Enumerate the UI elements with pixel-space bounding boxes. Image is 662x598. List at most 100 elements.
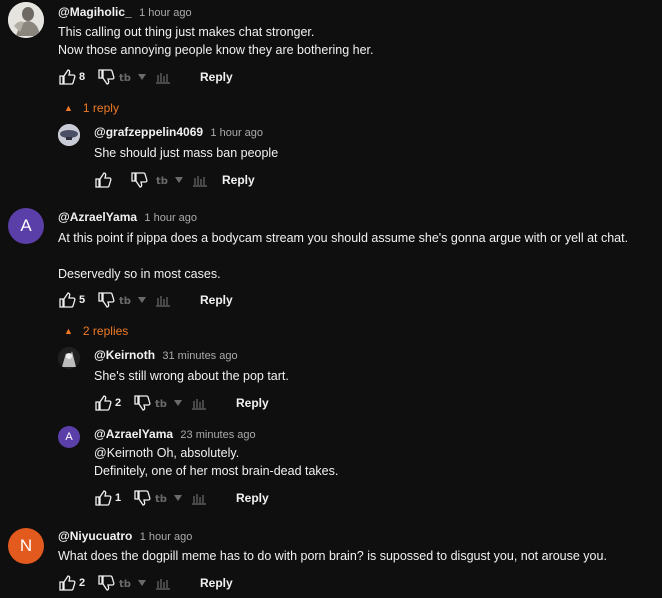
- dropdown-arrow-icon[interactable]: [173, 398, 183, 408]
- triangle-down-icon: [138, 74, 146, 80]
- like-button[interactable]: [94, 489, 112, 507]
- comment-header: @Magiholic_ 1 hour ago: [58, 5, 192, 19]
- svg-text:tb: tb: [155, 494, 167, 505]
- dislike-button[interactable]: [133, 489, 151, 507]
- reply-actions: tb: [94, 170, 208, 190]
- dropdown-arrow-icon[interactable]: [174, 175, 184, 185]
- like-count: 2: [115, 397, 122, 409]
- airship-avatar-icon: [58, 124, 80, 146]
- like-button[interactable]: [94, 394, 112, 412]
- triangle-down-icon: [174, 495, 182, 501]
- comment-author[interactable]: @Niyucuatro: [58, 529, 132, 543]
- thumbs-up-icon: [59, 292, 76, 308]
- comment-actions: 5 tb: [58, 290, 171, 310]
- translate-icon[interactable]: tb: [155, 491, 171, 505]
- dislike-button[interactable]: [130, 171, 148, 189]
- thumbs-down-icon: [134, 490, 151, 506]
- thumbs-up-icon: [59, 69, 76, 85]
- like-button[interactable]: [94, 171, 112, 189]
- like-button[interactable]: [58, 291, 76, 309]
- like-count: 5: [79, 294, 86, 306]
- translate-icon[interactable]: tb: [119, 70, 135, 84]
- stats-icon[interactable]: [192, 173, 208, 187]
- comment-time[interactable]: 1 hour ago: [144, 212, 197, 224]
- tb-icon: tb: [119, 73, 131, 84]
- thumbs-down-icon: [98, 69, 115, 85]
- svg-text:tb: tb: [119, 296, 131, 307]
- reply-button[interactable]: Reply: [236, 491, 269, 505]
- like-count: 8: [79, 71, 86, 83]
- triangle-down-icon: [138, 580, 146, 586]
- reply-actions: 2 tb: [94, 393, 207, 413]
- dropdown-arrow-icon[interactable]: [137, 578, 147, 588]
- reply-author[interactable]: @grafzeppelin4069: [94, 125, 203, 139]
- replies-toggle[interactable]: ▲ 2 replies: [64, 324, 128, 338]
- reply-time[interactable]: 31 minutes ago: [162, 350, 237, 362]
- dislike-button[interactable]: [97, 574, 115, 592]
- replies-toggle[interactable]: ▲ 1 reply: [64, 101, 119, 115]
- reply-time[interactable]: 23 minutes ago: [180, 429, 255, 441]
- translate-icon[interactable]: tb: [156, 173, 172, 187]
- comment-author[interactable]: @AzraelYama: [58, 210, 137, 224]
- thumbs-up-icon: [95, 172, 112, 188]
- reply-button[interactable]: Reply: [222, 173, 255, 187]
- dropdown-arrow-icon[interactable]: [173, 493, 183, 503]
- tb-icon: tb: [155, 494, 167, 505]
- tb-icon: tb: [119, 296, 131, 307]
- stats-icon[interactable]: [191, 396, 207, 410]
- like-button[interactable]: [58, 574, 76, 592]
- avatar-letter: A: [20, 216, 32, 235]
- avatar[interactable]: [8, 2, 44, 38]
- like-button[interactable]: [58, 68, 76, 86]
- avatar[interactable]: N: [8, 528, 44, 564]
- reply-actions: 1 tb: [94, 488, 207, 508]
- stats-icon[interactable]: [155, 576, 171, 590]
- translate-icon[interactable]: tb: [155, 396, 171, 410]
- like-count: 2: [79, 577, 86, 589]
- replies-count-label: 2 replies: [82, 324, 129, 338]
- svg-text:tb: tb: [119, 73, 131, 84]
- dislike-button[interactable]: [97, 68, 115, 86]
- stats-icon[interactable]: [155, 70, 171, 84]
- stats-icon[interactable]: [155, 293, 171, 307]
- reply-button[interactable]: Reply: [200, 70, 233, 84]
- thumbs-up-icon: [59, 575, 76, 591]
- bar-chart-icon: [193, 176, 207, 187]
- translate-icon[interactable]: tb: [119, 293, 135, 307]
- thumbs-up-icon: [95, 490, 112, 506]
- comment-time[interactable]: 1 hour ago: [139, 7, 192, 19]
- comment-actions: 2 tb: [58, 573, 171, 593]
- dropdown-arrow-icon[interactable]: [137, 295, 147, 305]
- dislike-button[interactable]: [97, 291, 115, 309]
- thumbs-down-icon: [134, 395, 151, 411]
- reply-text: @Keirnoth Oh, absolutely. Definitely, on…: [94, 446, 339, 478]
- comment-time[interactable]: 1 hour ago: [140, 531, 193, 543]
- avatar[interactable]: A: [8, 208, 44, 244]
- avatar[interactable]: A: [58, 426, 80, 448]
- tb-icon: tb: [119, 579, 131, 590]
- comment-actions: 8 tb: [58, 67, 171, 87]
- avatar-letter: N: [19, 536, 33, 555]
- reply-button[interactable]: Reply: [200, 293, 233, 307]
- translate-icon[interactable]: tb: [119, 576, 135, 590]
- reply-author[interactable]: @Keirnoth: [94, 348, 155, 362]
- thumbs-down-icon: [131, 172, 148, 188]
- bar-chart-icon: [156, 579, 170, 590]
- reply-button[interactable]: Reply: [200, 576, 233, 590]
- reply-author[interactable]: @AzraelYama: [94, 427, 173, 441]
- bar-chart-icon: [192, 494, 206, 505]
- comment-text: What does the dogpill meme has to do wit…: [58, 549, 607, 563]
- tb-icon: tb: [156, 176, 168, 187]
- reply-time[interactable]: 1 hour ago: [210, 127, 263, 139]
- dislike-button[interactable]: [133, 394, 151, 412]
- avatar[interactable]: [58, 347, 80, 369]
- avatar[interactable]: [58, 124, 80, 146]
- stats-icon[interactable]: [191, 491, 207, 505]
- bar-chart-icon: [156, 296, 170, 307]
- avatar-letter: A: [65, 431, 73, 443]
- dropdown-arrow-icon[interactable]: [137, 72, 147, 82]
- reply-header: @AzraelYama 23 minutes ago: [94, 427, 256, 441]
- reply-button[interactable]: Reply: [236, 396, 269, 410]
- replies-count-label: 1 reply: [82, 101, 119, 115]
- comment-author[interactable]: @Magiholic_: [58, 5, 132, 19]
